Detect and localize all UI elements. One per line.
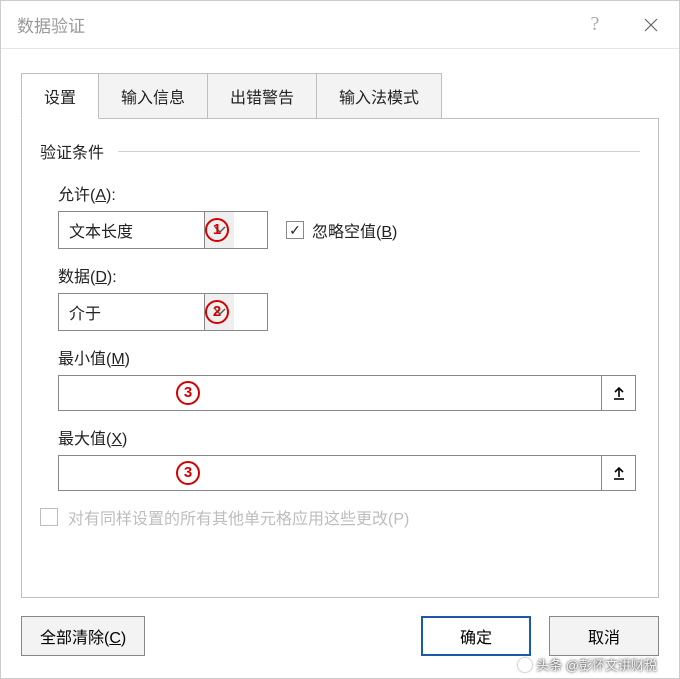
watermark-logo-icon <box>518 658 532 672</box>
close-button[interactable] <box>623 1 679 49</box>
max-range-picker-button[interactable] <box>602 455 636 491</box>
allow-combo[interactable]: 文本长度 1 <box>58 211 268 249</box>
close-icon <box>644 18 658 32</box>
dialog-body: 设置 输入信息 出错警告 输入法模式 验证条件 允许(A): 文本长度 1 <box>1 49 679 598</box>
data-combo-button[interactable] <box>204 294 234 330</box>
min-input[interactable] <box>58 375 602 411</box>
dialog-footer: 全部清除(C) 确定 取消 <box>21 616 659 656</box>
ignore-blank-checkbox[interactable]: ✓ 忽略空值(B) <box>286 218 397 242</box>
min-range-picker-button[interactable] <box>602 375 636 411</box>
min-label: 最小值(M) <box>58 345 636 369</box>
section-validation-criteria: 验证条件 <box>40 139 640 163</box>
data-combo-value: 介于 <box>59 294 204 330</box>
max-label: 最大值(X) <box>58 425 636 449</box>
range-picker-icon <box>612 385 626 401</box>
tab-error-alert[interactable]: 出错警告 <box>207 73 317 119</box>
tab-ime-mode[interactable]: 输入法模式 <box>316 73 442 119</box>
tab-panel-settings: 验证条件 允许(A): 文本长度 1 <box>21 118 659 598</box>
clear-all-button[interactable]: 全部清除(C) <box>21 616 145 656</box>
allow-label: 允许(A): <box>58 181 636 205</box>
range-picker-icon <box>612 465 626 481</box>
titlebar: 数据验证 ? <box>1 1 679 49</box>
apply-to-others-label: 对有同样设置的所有其他单元格应用这些更改(P) <box>68 505 409 529</box>
allow-combo-value: 文本长度 <box>59 212 204 248</box>
help-button[interactable]: ? <box>567 1 623 49</box>
ignore-blank-label: 忽略空值(B) <box>312 218 397 242</box>
checkbox-icon: ✓ <box>286 221 304 239</box>
chevron-down-icon <box>214 226 226 234</box>
watermark: 头条 @彭怀文讲财税 <box>518 655 657 674</box>
data-validation-dialog: 数据验证 ? 设置 输入信息 出错警告 输入法模式 验证条件 允许(A): <box>0 0 680 679</box>
allow-combo-button[interactable] <box>204 212 234 248</box>
criteria-group: 允许(A): 文本长度 1 ✓ 忽略空 <box>40 173 640 491</box>
data-label: 数据(D): <box>58 263 636 287</box>
dialog-title: 数据验证 <box>17 12 85 37</box>
data-combo[interactable]: 介于 2 <box>58 293 268 331</box>
chevron-down-icon <box>214 308 226 316</box>
checkbox-icon <box>40 508 58 526</box>
max-input[interactable] <box>58 455 602 491</box>
apply-to-others-checkbox: 对有同样设置的所有其他单元格应用这些更改(P) <box>40 505 640 529</box>
cancel-button[interactable]: 取消 <box>549 616 659 656</box>
tab-bar: 设置 输入信息 出错警告 输入法模式 <box>21 73 659 119</box>
tab-input-message[interactable]: 输入信息 <box>98 73 208 119</box>
ok-button[interactable]: 确定 <box>421 616 531 656</box>
tab-settings[interactable]: 设置 <box>21 73 99 119</box>
